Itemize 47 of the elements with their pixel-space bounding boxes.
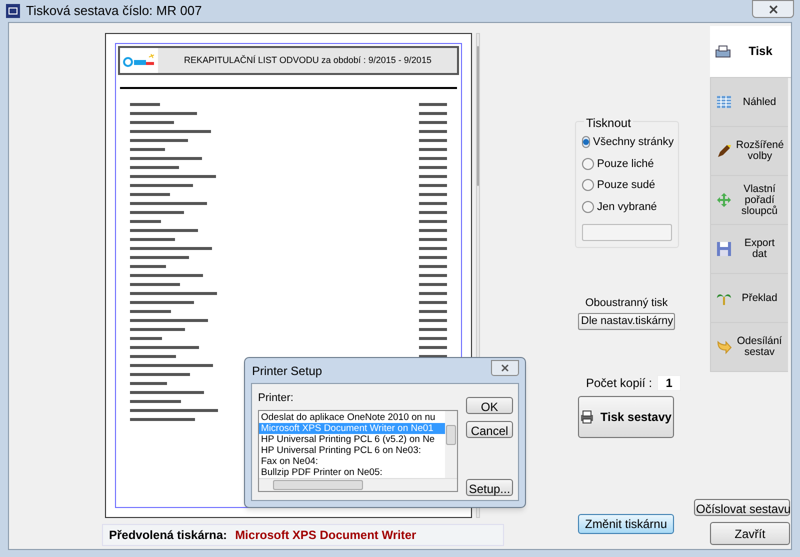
setup-button[interactable]: Setup... — [466, 479, 513, 496]
cancel-button[interactable]: Cancel — [466, 421, 513, 438]
radio-option[interactable]: Jen vybrané — [582, 198, 672, 215]
ok-button[interactable]: OK — [466, 397, 513, 414]
close-button[interactable] — [491, 360, 519, 376]
side-tab[interactable]: Náhled — [710, 78, 788, 127]
number-report-button[interactable]: Očíslovat sestavu — [694, 499, 790, 516]
report-title: REKAPITULAČNÍ LIST ODVODU za období : 9/2015 - 9/2015 — [184, 54, 432, 67]
printer-label: Printer: — [258, 391, 294, 406]
printer-icon — [580, 410, 594, 424]
print-button[interactable]: Tisk sestavy — [578, 396, 674, 438]
radio-option[interactable]: Všechny stránky — [582, 134, 672, 150]
printer-icon — [715, 44, 731, 60]
logo-drawing — [120, 48, 158, 73]
close-window-button[interactable]: Zavřít — [710, 522, 790, 545]
page-range-field[interactable] — [582, 224, 672, 241]
move-arrows-icon — [716, 192, 732, 208]
radio-option[interactable]: Pouze liché — [582, 156, 672, 172]
list-vertical-scrollbar — [445, 410, 457, 478]
side-tab[interactable]: Vlastní pořadí sloupců — [710, 176, 788, 225]
duplex-label: Oboustranný tisk — [585, 296, 668, 311]
copies-field[interactable]: 1 — [657, 375, 682, 391]
side-tab[interactable]: Export dat — [710, 225, 788, 274]
side-tab[interactable]: Odesílání sestav — [710, 323, 788, 372]
pen-icon — [716, 143, 732, 159]
printer-item[interactable]: HP Universal Printing PCL 6 (v5.2) on Ne — [259, 434, 445, 444]
default-printer-name: Microsoft XPS Document Writer — [235, 527, 416, 544]
app-icon — [6, 4, 20, 18]
close-button[interactable] — [752, 0, 794, 18]
printer-item[interactable]: Bullzip PDF Printer on Ne05: — [259, 466, 445, 478]
curved-arrow-icon — [716, 339, 732, 355]
side-tab[interactable]: Tisk — [710, 26, 791, 78]
printer-item[interactable]: Odeslat do aplikace OneNote 2010 on nu — [259, 412, 445, 422]
grid-icon — [716, 94, 732, 110]
window-title: Tisková sestava číslo: MR 007 — [26, 2, 202, 20]
printer-item[interactable]: Fax on Ne04: — [259, 456, 445, 466]
change-printer-button[interactable]: Změnit tiskárnu — [578, 514, 674, 534]
close-icon — [501, 364, 509, 372]
side-tab[interactable]: Překlad — [710, 274, 788, 323]
duplex-dropdown[interactable]: Dle nastav.tiskárny — [578, 312, 675, 330]
radio-option[interactable]: Pouze sudé — [582, 177, 672, 194]
side-tab[interactable]: Rozšířené volby — [710, 127, 788, 176]
dialog-title: Printer Setup — [251, 362, 322, 380]
printer-item[interactable]: HP Universal Printing PCL 6 on Ne03: — [259, 444, 445, 456]
copies-label: Počet kopií : — [586, 375, 652, 392]
default-printer-label: Předvolená tiskárna: — [109, 527, 228, 544]
close-icon — [768, 4, 778, 14]
